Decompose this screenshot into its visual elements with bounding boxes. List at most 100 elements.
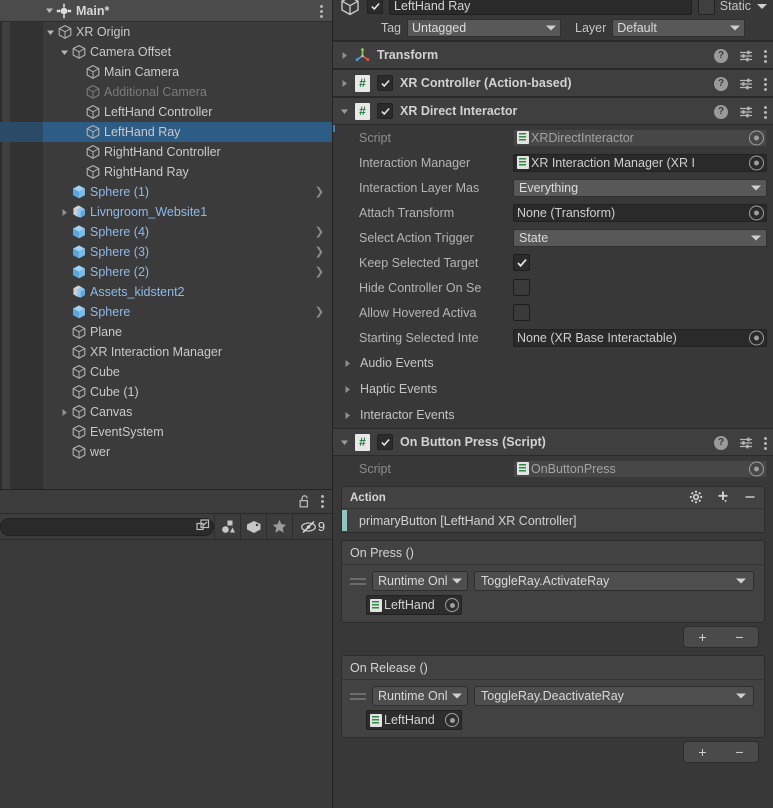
dropdown-select-action-trigger[interactable]: State xyxy=(513,228,767,247)
dropdown-interaction-layer-mas[interactable]: Everything xyxy=(513,178,767,197)
help-icon[interactable]: ? xyxy=(714,49,728,63)
kebab-menu-icon[interactable] xyxy=(764,105,767,119)
filter-by-label-icon[interactable] xyxy=(240,513,266,540)
component-enabled-checkbox[interactable] xyxy=(377,434,393,450)
hierarchy-item-assets-kidstent2[interactable]: Assets_kidstent2 xyxy=(0,282,332,302)
component-header-xr-controller-action-based[interactable]: # XR Controller (Action-based) ? xyxy=(333,69,773,97)
hidden-objects-toggle[interactable]: 9 xyxy=(292,513,332,540)
event-scope-dropdown[interactable]: Runtime Onl xyxy=(372,571,468,591)
checkbox-keep-selected-target[interactable] xyxy=(513,254,530,271)
action-binding-row[interactable]: primaryButton [LeftHand XR Controller] xyxy=(342,509,764,532)
foldout-audio-events[interactable]: Audio Events xyxy=(333,350,773,376)
component-header-xr-direct-interactor[interactable]: # XR Direct Interactor ? xyxy=(333,97,773,125)
object-picker-icon[interactable] xyxy=(749,205,764,220)
component-foldout-icon[interactable] xyxy=(333,107,355,116)
foldout-down-icon[interactable] xyxy=(44,28,57,37)
event-method-dropdown[interactable]: ToggleRay.DeactivateRay xyxy=(474,686,754,706)
gameobject-enabled-checkbox[interactable] xyxy=(367,0,383,14)
search-input-wrapper[interactable] xyxy=(0,517,214,536)
kebab-menu-icon[interactable] xyxy=(764,49,767,63)
hierarchy-item-wer[interactable]: wer xyxy=(0,442,332,462)
hierarchy-item-livngroom-website1[interactable]: Livngroom_Website1 xyxy=(0,202,332,222)
object-picker-icon[interactable] xyxy=(749,155,764,170)
layer-dropdown[interactable]: Default xyxy=(612,19,746,37)
component-foldout-icon[interactable] xyxy=(333,438,355,447)
foldout-right-icon[interactable] xyxy=(341,385,354,394)
foldout-down-icon[interactable] xyxy=(58,48,71,57)
object-picker-icon[interactable] xyxy=(445,598,459,612)
prefab-open-chevron-icon[interactable]: ❯ xyxy=(315,222,324,242)
hierarchy-item-xr-interaction-manager[interactable]: XR Interaction Manager xyxy=(0,342,332,362)
hierarchy-item-sphere-4[interactable]: Sphere (4) ❯ xyxy=(0,222,332,242)
hierarchy-item-righthand-ray[interactable]: RightHand Ray xyxy=(0,162,332,182)
help-icon[interactable]: ? xyxy=(714,77,728,91)
object-field-interaction-manager[interactable]: XR Interaction Manager (XR I xyxy=(513,153,767,172)
hierarchy-item-eventsystem[interactable]: EventSystem xyxy=(0,422,332,442)
gear-icon[interactable] xyxy=(689,490,703,507)
hierarchy-item-lefthand-controller[interactable]: LeftHand Controller xyxy=(0,102,332,122)
prefab-open-chevron-icon[interactable]: ❯ xyxy=(315,262,324,282)
object-field-script[interactable]: OnButtonPress xyxy=(513,459,767,478)
preset-icon[interactable] xyxy=(739,49,753,63)
help-icon[interactable]: ? xyxy=(714,436,728,450)
object-picker-icon[interactable] xyxy=(749,130,764,145)
event-method-dropdown[interactable]: ToggleRay.ActivateRay xyxy=(474,571,754,591)
hierarchy-item-additional-camera[interactable]: Additional Camera xyxy=(0,82,332,102)
component-header-on-button-press-script[interactable]: # On Button Press (Script) ? xyxy=(333,428,773,456)
hierarchy-item-camera-offset[interactable]: Camera Offset xyxy=(0,42,332,62)
object-picker-icon[interactable] xyxy=(749,461,764,476)
remove-event-button[interactable]: − xyxy=(735,630,743,644)
object-picker-icon[interactable] xyxy=(749,330,764,345)
foldout-haptic-events[interactable]: Haptic Events xyxy=(333,376,773,402)
project-kebab-menu-icon[interactable] xyxy=(321,495,324,508)
event-target-object-field[interactable]: LeftHand xyxy=(366,595,462,615)
object-field-attach-transform[interactable]: None (Transform) xyxy=(513,203,767,222)
foldout-right-icon[interactable] xyxy=(341,359,354,368)
component-foldout-icon[interactable] xyxy=(333,51,355,60)
drag-handle-icon[interactable] xyxy=(350,692,366,700)
foldout-interactor-events[interactable]: Interactor Events xyxy=(333,402,773,428)
star-favorites-icon[interactable] xyxy=(266,513,292,540)
preset-icon[interactable] xyxy=(739,436,753,450)
hierarchy-item-righthand-controller[interactable]: RightHand Controller xyxy=(0,142,332,162)
object-field-starting-selected-inte[interactable]: None (XR Base Interactable) xyxy=(513,328,767,347)
hierarchy-item-canvas[interactable]: Canvas xyxy=(0,402,332,422)
object-field-script[interactable]: XRDirectInteractor xyxy=(513,128,767,147)
event-target-object-field[interactable]: LeftHand xyxy=(366,710,462,730)
drag-handle-icon[interactable] xyxy=(350,577,366,585)
remove-event-button[interactable]: − xyxy=(735,745,743,759)
add-event-button[interactable]: + xyxy=(698,745,706,759)
checkbox-allow-hovered-activa[interactable] xyxy=(513,304,530,321)
foldout-right-icon[interactable] xyxy=(58,408,71,417)
kebab-menu-icon[interactable] xyxy=(764,77,767,91)
hierarchy-item-lefthand-ray[interactable]: LeftHand Ray xyxy=(0,122,332,142)
event-scope-dropdown[interactable]: Runtime Onl xyxy=(372,686,468,706)
hierarchy-item-sphere-3[interactable]: Sphere (3) ❯ xyxy=(0,242,332,262)
hierarchy-item-plane[interactable]: Plane xyxy=(0,322,332,342)
static-checkbox[interactable] xyxy=(697,0,715,15)
hierarchy-kebab-menu-icon[interactable] xyxy=(320,0,323,22)
hierarchy-item-sphere-1[interactable]: Sphere (1) ❯ xyxy=(0,182,332,202)
foldout-right-icon[interactable] xyxy=(58,208,71,217)
hierarchy-scene-row[interactable]: Main* xyxy=(0,0,332,22)
hierarchy-item-sphere-2[interactable]: Sphere (2) ❯ xyxy=(0,262,332,282)
gameobject-name-input[interactable] xyxy=(389,0,692,15)
component-header-transform[interactable]: Transform ? xyxy=(333,41,773,69)
search-input[interactable] xyxy=(1,518,213,535)
hierarchy-item-main-camera[interactable]: Main Camera xyxy=(0,62,332,82)
foldout-right-icon[interactable] xyxy=(341,411,354,420)
checkbox-hide-controller-on-se[interactable] xyxy=(513,279,530,296)
prefab-open-chevron-icon[interactable]: ❯ xyxy=(315,182,324,202)
help-icon[interactable]: ? xyxy=(714,105,728,119)
hierarchy-item-cube[interactable]: Cube xyxy=(0,362,332,382)
add-event-button[interactable]: + xyxy=(698,630,706,644)
preset-icon[interactable] xyxy=(739,105,753,119)
lock-open-icon[interactable] xyxy=(299,495,311,508)
minus-icon[interactable] xyxy=(743,490,757,507)
component-foldout-icon[interactable] xyxy=(333,79,355,88)
hierarchy-item-sphere[interactable]: Sphere ❯ xyxy=(0,302,332,322)
hierarchy-item-xr-origin[interactable]: XR Origin xyxy=(0,22,332,42)
preset-icon[interactable] xyxy=(739,77,753,91)
static-dropdown-arrow-icon[interactable] xyxy=(757,3,767,9)
filter-by-type-icon[interactable] xyxy=(214,513,240,540)
